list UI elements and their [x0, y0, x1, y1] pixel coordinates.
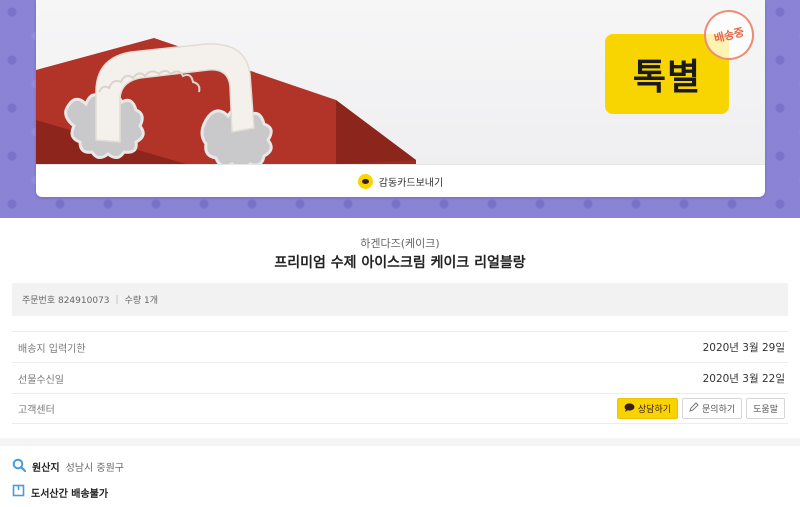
help-button[interactable]: 도움말	[746, 398, 785, 419]
deadline-value: 2020년 3월 29일	[702, 341, 785, 354]
hero-banner: 톡별 배송중 감동카드보내기	[0, 0, 800, 218]
send-card-label: 감동카드보내기	[378, 177, 444, 189]
row-received-date: 선물수신일 2020년 3월 22일	[12, 362, 788, 393]
order-quantity: 수량 1개	[124, 296, 159, 306]
magnifier-icon	[12, 458, 27, 475]
product-image: 톡별 배송중	[36, 0, 765, 164]
received-value: 2020년 3월 22일	[702, 372, 785, 385]
origin-info: 원산지 성남시 중원구	[12, 458, 124, 475]
product-title: 프리미엄 수제 아이스크림 케이크 리얼블랑	[274, 255, 526, 271]
received-label: 선물수신일	[18, 374, 64, 386]
row-customer-center: 고객센터 상담하기 문의하기 도움말	[12, 393, 788, 424]
shipping-restriction: 도서산간 배송불가	[12, 484, 108, 500]
box-icon	[12, 484, 25, 500]
deadline-label: 배송지 입력기한	[18, 343, 86, 355]
inquiry-label: 문의하기	[702, 405, 736, 415]
customer-center-label: 고객센터	[18, 405, 55, 416]
kakao-talk-icon	[357, 173, 373, 189]
shipping-restriction-label: 도서산간 배송불가	[31, 488, 109, 500]
order-detail-rows: 배송지 입력기한 2020년 3월 29일 선물수신일 2020년 3월 22일…	[12, 331, 788, 424]
send-card-button[interactable]: 감동카드보내기	[36, 164, 765, 197]
origin-label: 원산지	[32, 463, 60, 474]
order-separator: |	[115, 294, 119, 305]
section-divider	[0, 438, 800, 446]
row-address-deadline: 배송지 입력기한 2020년 3월 29일	[12, 331, 788, 362]
chat-consult-button[interactable]: 상담하기	[616, 398, 679, 419]
order-number: 주문번호 824910073	[22, 296, 110, 306]
pencil-icon	[689, 402, 699, 415]
product-brand: 하겐다즈(케이크)	[360, 237, 440, 250]
support-buttons: 상담하기 문의하기 도움말	[616, 398, 785, 419]
chat-bubble-icon	[624, 402, 635, 415]
gift-card: 톡별 배송중 감동카드보내기	[36, 0, 765, 197]
origin-value: 성남시 중원구	[65, 463, 124, 474]
order-info-bar: 주문번호 824910073 | 수량 1개	[12, 283, 788, 316]
help-label: 도움말	[753, 405, 778, 415]
chat-consult-label: 상담하기	[637, 405, 672, 415]
inquiry-button[interactable]: 문의하기	[682, 398, 743, 419]
